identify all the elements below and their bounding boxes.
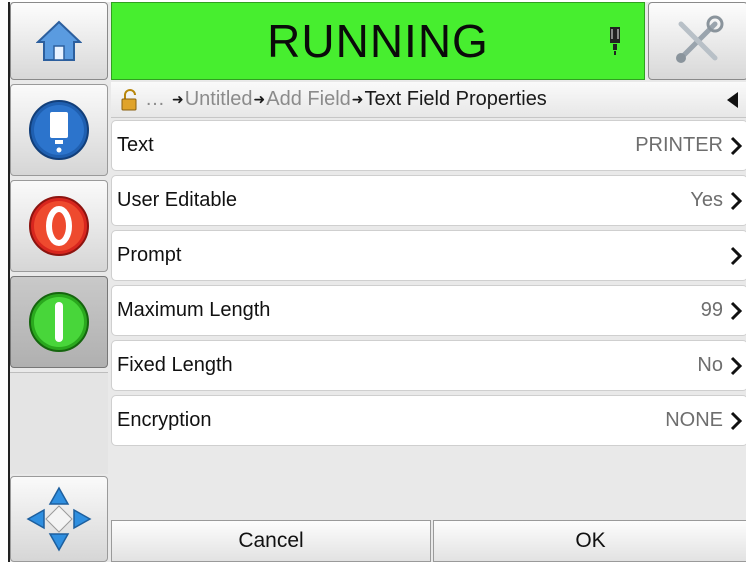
home-button[interactable] [10, 2, 108, 80]
property-value: No [697, 354, 723, 376]
breadcrumb-arrow: ➜ [351, 91, 364, 107]
property-label: User Editable [117, 189, 238, 211]
home-icon [36, 20, 82, 61]
start-icon [29, 292, 89, 352]
breadcrumb-arrow: ➜ [253, 91, 266, 107]
ink-bottle-icon [29, 100, 89, 160]
property-label: Fixed Length [117, 354, 233, 376]
chevron-right-icon [730, 136, 743, 156]
property-label: Maximum Length [117, 299, 271, 321]
cancel-button[interactable]: Cancel [111, 520, 431, 562]
ink-drop-icon [610, 27, 620, 55]
stop-button[interactable] [10, 180, 108, 272]
status-text: RUNNING [267, 15, 489, 67]
navigation-button[interactable] [10, 476, 108, 562]
property-label: Text [117, 134, 154, 156]
start-button[interactable] [10, 276, 108, 368]
tools-button[interactable] [648, 2, 746, 80]
ok-button[interactable]: OK [433, 520, 746, 562]
stop-icon [29, 196, 89, 256]
breadcrumb-item-add-field[interactable]: Add Field [266, 88, 351, 111]
property-value: PRINTER [635, 134, 723, 156]
breadcrumb-arrow: ➜ [172, 91, 184, 107]
tools-icon [676, 15, 724, 63]
property-value: Yes [690, 189, 723, 211]
back-arrow-icon[interactable] [726, 91, 740, 109]
chevron-right-icon [730, 356, 743, 376]
breadcrumb-item-current: Text Field Properties [364, 88, 547, 110]
ink-system-button[interactable] [10, 84, 108, 176]
property-label: Prompt [117, 244, 182, 266]
breadcrumb: … ➜ Untitled ➜ Add Field ➜ Text Field Pr… [111, 82, 746, 118]
property-row-text[interactable]: Text PRINTER [111, 120, 746, 171]
chevron-right-icon [730, 191, 743, 211]
chevron-right-icon [730, 411, 743, 431]
unlocked-padlock-icon [121, 88, 139, 111]
breadcrumb-ellipsis: … [145, 88, 165, 110]
property-row-maximum-length[interactable]: Maximum Length 99 [111, 285, 746, 336]
sidebar-spacer [10, 372, 108, 474]
property-row-prompt[interactable]: Prompt [111, 230, 746, 281]
property-value: 99 [700, 299, 723, 321]
property-row-user-editable[interactable]: User Editable Yes [111, 175, 746, 226]
property-label: Encryption [117, 409, 212, 431]
chevron-right-icon [730, 301, 743, 321]
property-row-encryption[interactable]: Encryption NONE [111, 395, 746, 446]
chevron-right-icon [730, 246, 743, 266]
printer-screen: RUNNING … ➜ Untitled ➜ Add Field ➜ Text … [8, 2, 746, 562]
properties-list: Text PRINTER User Editable Yes Prompt Ma… [111, 120, 746, 450]
status-bar: RUNNING [111, 2, 645, 80]
navigation-arrows-icon [26, 486, 92, 552]
property-row-fixed-length[interactable]: Fixed Length No [111, 340, 746, 391]
property-value: NONE [665, 409, 723, 431]
breadcrumb-item-untitled[interactable]: Untitled [185, 88, 253, 111]
